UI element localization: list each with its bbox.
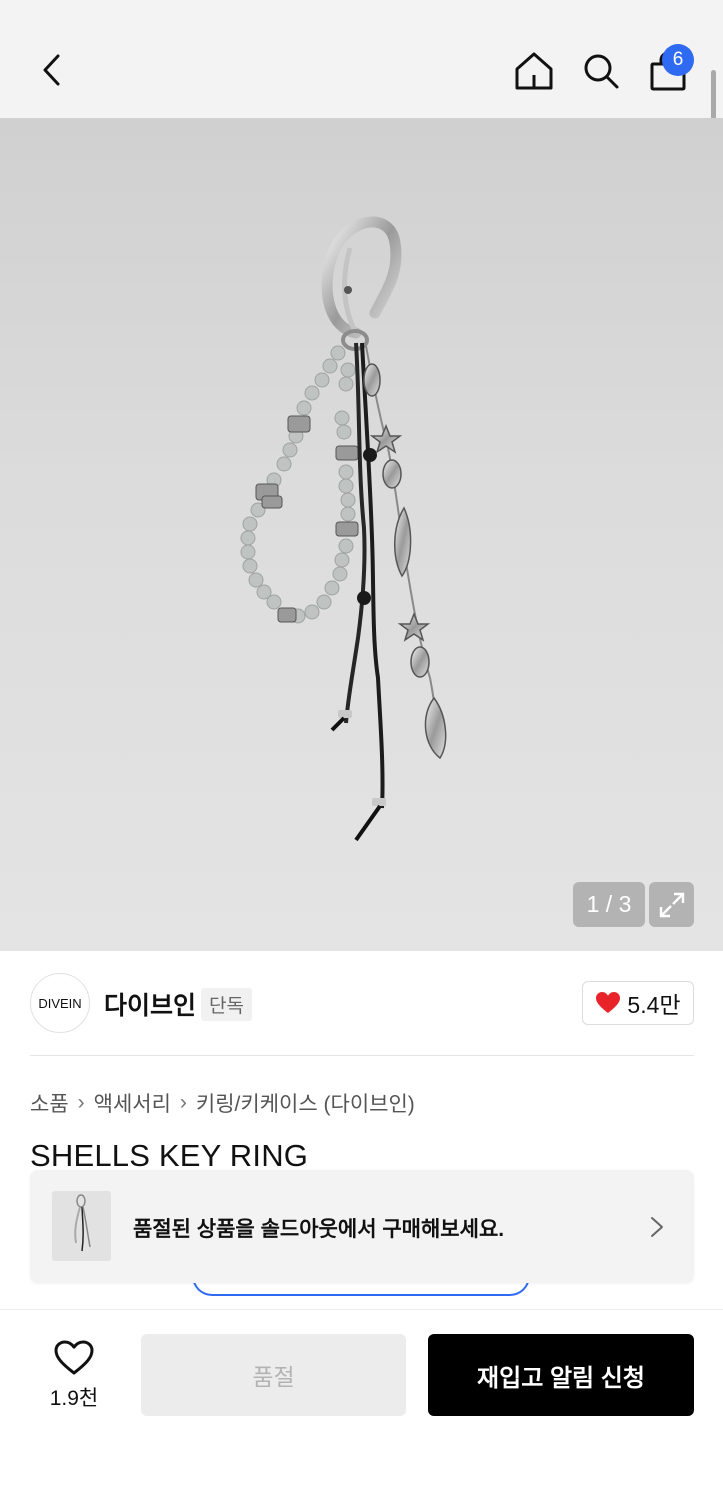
restock-alert-button[interactable]: 재입고 알림 신청 bbox=[428, 1334, 694, 1416]
home-icon bbox=[515, 52, 553, 90]
chevron-right-icon bbox=[651, 1217, 663, 1237]
breadcrumb-item-keyring[interactable]: 키링/키케이스 (다이브인) bbox=[196, 1088, 415, 1118]
home-button[interactable] bbox=[508, 46, 560, 96]
image-counter: 1 / 3 bbox=[573, 882, 645, 927]
cart-count-badge: 6 bbox=[662, 44, 694, 76]
exclusive-tag: 단독 bbox=[201, 988, 252, 1021]
heart-filled-icon bbox=[596, 992, 621, 1013]
breadcrumb: 소품 › 액세서리 › 키링/키케이스 (다이브인) bbox=[30, 1088, 415, 1118]
product-image[interactable] bbox=[0, 118, 723, 951]
heart-outline-icon bbox=[54, 1340, 94, 1375]
chevron-right-icon: › bbox=[77, 1091, 85, 1114]
divider bbox=[30, 1055, 694, 1056]
brand-like-count: 5.4만 bbox=[627, 992, 681, 1018]
brand-name[interactable]: 다이브인 bbox=[104, 986, 196, 1022]
banner-thumbnail bbox=[52, 1191, 111, 1261]
product-title: SHELLS KEY RING bbox=[30, 1138, 309, 1173]
banner-message: 품절된 상품을 솔드아웃에서 구매해보세요. bbox=[133, 1218, 505, 1241]
soldout-banner[interactable]: 품절된 상품을 솔드아웃에서 구매해보세요. bbox=[30, 1170, 694, 1283]
keyring-thumbnail-icon bbox=[74, 1194, 91, 1252]
bottom-action-bar: 1.9천 품절 재입고 알림 신청 bbox=[0, 1309, 723, 1500]
keyring-illustration bbox=[240, 216, 447, 842]
top-navigation-bar: 6 bbox=[0, 0, 723, 118]
wishlist-count: 1.9천 bbox=[49, 1387, 99, 1410]
brand-logo[interactable]: DIVEIN bbox=[30, 973, 90, 1033]
expand-button[interactable] bbox=[649, 882, 694, 927]
chevron-left-icon bbox=[43, 54, 60, 86]
brand-like-button[interactable]: 5.4만 bbox=[582, 981, 694, 1025]
wishlist-button[interactable]: 1.9천 bbox=[40, 1340, 108, 1410]
breadcrumb-item-accessories[interactable]: 액세서리 bbox=[94, 1088, 171, 1118]
search-button[interactable] bbox=[576, 46, 626, 96]
brand-row: DIVEIN 다이브인 단독 5.4만 bbox=[30, 972, 694, 1034]
soldout-button[interactable]: 품절 bbox=[141, 1334, 406, 1416]
breadcrumb-item-accessories-small[interactable]: 소품 bbox=[30, 1088, 69, 1118]
search-icon bbox=[584, 54, 619, 89]
chevron-right-icon: › bbox=[179, 1091, 187, 1114]
expand-icon bbox=[659, 892, 684, 917]
back-button[interactable] bbox=[30, 48, 74, 92]
